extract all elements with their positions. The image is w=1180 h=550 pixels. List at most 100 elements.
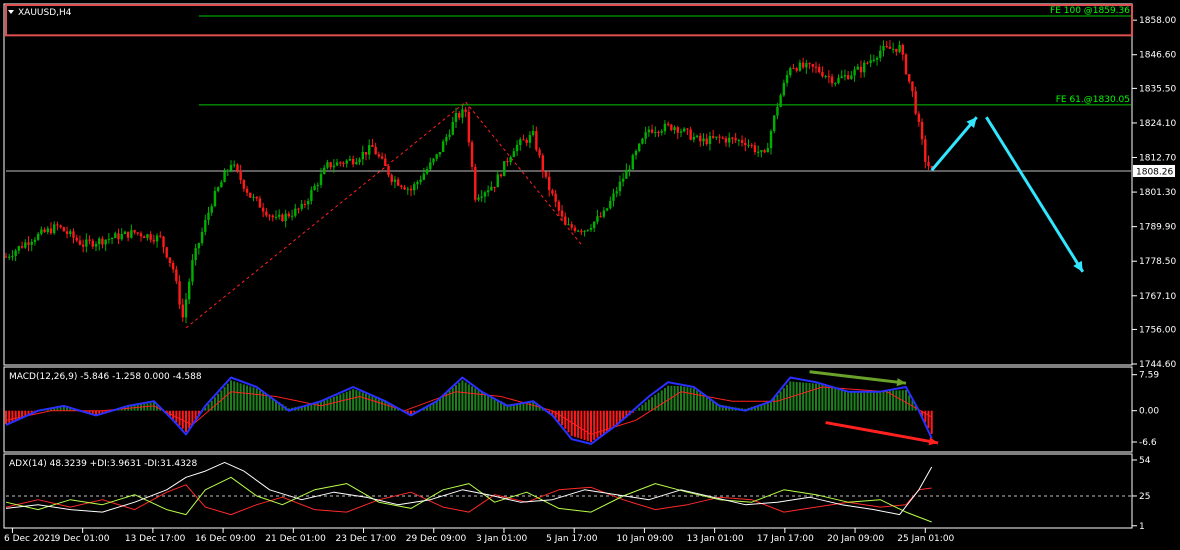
bull-candle xyxy=(840,76,843,78)
macd-bar-positive xyxy=(348,390,351,411)
bear-candle xyxy=(4,256,8,258)
bull-candle xyxy=(891,48,895,50)
bear-candle xyxy=(117,233,120,240)
bear-candle xyxy=(152,239,156,242)
macd-bar-positive xyxy=(236,382,239,411)
bull-candle xyxy=(644,132,647,139)
macd-bar-positive xyxy=(246,385,249,411)
macd-tick-label: 0.00 xyxy=(1139,407,1159,417)
bear-candle xyxy=(409,188,413,191)
macd-bar-negative xyxy=(590,410,592,442)
time-tick-label: 17 Jan 17:00 xyxy=(757,534,814,544)
bear-candle xyxy=(522,139,525,141)
macd-bar-negative xyxy=(11,410,14,422)
time-tick-label: 13 Dec 17:00 xyxy=(125,534,186,544)
macd-bar-positive xyxy=(345,391,348,411)
bear-candle xyxy=(560,210,564,217)
bull-candle xyxy=(204,220,207,232)
macd-bar-positive xyxy=(667,385,670,411)
macd-bar-positive xyxy=(464,382,467,411)
bull-candle xyxy=(194,248,197,261)
macd-bar-positive xyxy=(908,395,911,411)
bear-candle xyxy=(554,193,557,202)
macd-bar-positive xyxy=(239,383,242,411)
bull-candle xyxy=(602,210,606,217)
macd-bar-positive xyxy=(866,391,869,411)
bear-candle xyxy=(676,127,679,133)
bear-candle xyxy=(818,67,821,73)
adx-tick-label: 54 xyxy=(1139,456,1151,466)
macd-bar-positive xyxy=(824,385,827,411)
bull-candle xyxy=(326,162,329,168)
bull-candle xyxy=(503,161,506,177)
macd-bar-positive xyxy=(815,383,817,411)
macd-bar-positive xyxy=(326,399,329,411)
bear-candle xyxy=(811,64,814,67)
macd-bar-positive xyxy=(255,388,258,411)
bear-candle xyxy=(657,131,660,133)
bull-candle xyxy=(416,181,419,185)
bull-candle xyxy=(294,208,297,216)
macd-bar-negative xyxy=(561,410,564,426)
bear-candle xyxy=(329,162,332,168)
bear-candle xyxy=(830,76,834,84)
bear-candle xyxy=(493,186,496,188)
macd-bar-positive xyxy=(850,391,853,411)
bear-candle xyxy=(573,227,577,232)
bear-candle xyxy=(734,138,737,141)
bear-candle xyxy=(670,124,673,131)
bull-candle xyxy=(278,214,281,217)
bull-candle xyxy=(252,196,255,198)
macd-bar-positive xyxy=(879,391,882,411)
bull-candle xyxy=(715,136,718,138)
bear-candle xyxy=(535,131,538,150)
bull-candle xyxy=(605,208,609,211)
bull-candle xyxy=(737,140,741,142)
macd-bar-positive xyxy=(451,387,454,411)
macd-bar-positive xyxy=(811,383,814,411)
macd-bar-positive xyxy=(352,389,355,411)
bull-candle xyxy=(638,143,641,151)
bull-candle xyxy=(361,152,364,160)
macd-bar-negative xyxy=(930,410,933,434)
price-tick-label: 1824.10 xyxy=(1139,119,1176,129)
bear-candle xyxy=(470,142,474,167)
bull-candle xyxy=(695,135,699,137)
price-tick-label: 1756.00 xyxy=(1139,325,1176,335)
bull-candle xyxy=(612,193,615,201)
time-tick-label: 25 Jan 01:00 xyxy=(897,534,954,544)
macd-bar-positive xyxy=(808,383,811,411)
macd-bar-positive xyxy=(647,399,650,411)
macd-bar-positive xyxy=(779,391,782,411)
macd-bar-positive xyxy=(487,395,490,411)
bear-candle xyxy=(917,113,921,122)
trading-chart[interactable]: XAUUSD,H4 1858.00 1846.60 1835.50 1824.10 18… xyxy=(0,0,1180,550)
macd-bar-positive xyxy=(528,402,531,411)
bear-candle xyxy=(895,48,898,52)
macd-bar-positive xyxy=(252,387,255,411)
bear-candle xyxy=(557,201,561,211)
macd-bar-positive xyxy=(683,386,686,411)
bear-candle xyxy=(384,158,387,167)
macd-bar-positive xyxy=(856,391,859,411)
time-tick-label: 23 Dec 17:00 xyxy=(336,534,397,544)
macd-bar-positive xyxy=(660,390,663,411)
time-tick-label: 16 Dec 09:00 xyxy=(195,534,256,544)
bull-candle xyxy=(445,136,448,142)
bear-candle xyxy=(165,247,168,258)
bull-candle xyxy=(335,162,339,166)
macd-bar-positive xyxy=(641,404,644,411)
bull-candle xyxy=(628,169,631,171)
macd-bar-positive xyxy=(59,407,62,411)
bull-candle xyxy=(798,62,802,71)
bear-candle xyxy=(724,138,728,143)
bull-candle xyxy=(692,136,696,140)
bull-candle xyxy=(805,63,808,68)
bear-candle xyxy=(242,180,246,189)
bull-candle xyxy=(226,170,229,172)
bull-candle xyxy=(17,246,21,251)
bear-candle xyxy=(548,176,551,191)
bear-candle xyxy=(686,128,689,130)
macd-bar-negative xyxy=(577,410,580,438)
time-tick-label: 21 Dec 01:00 xyxy=(265,534,326,544)
